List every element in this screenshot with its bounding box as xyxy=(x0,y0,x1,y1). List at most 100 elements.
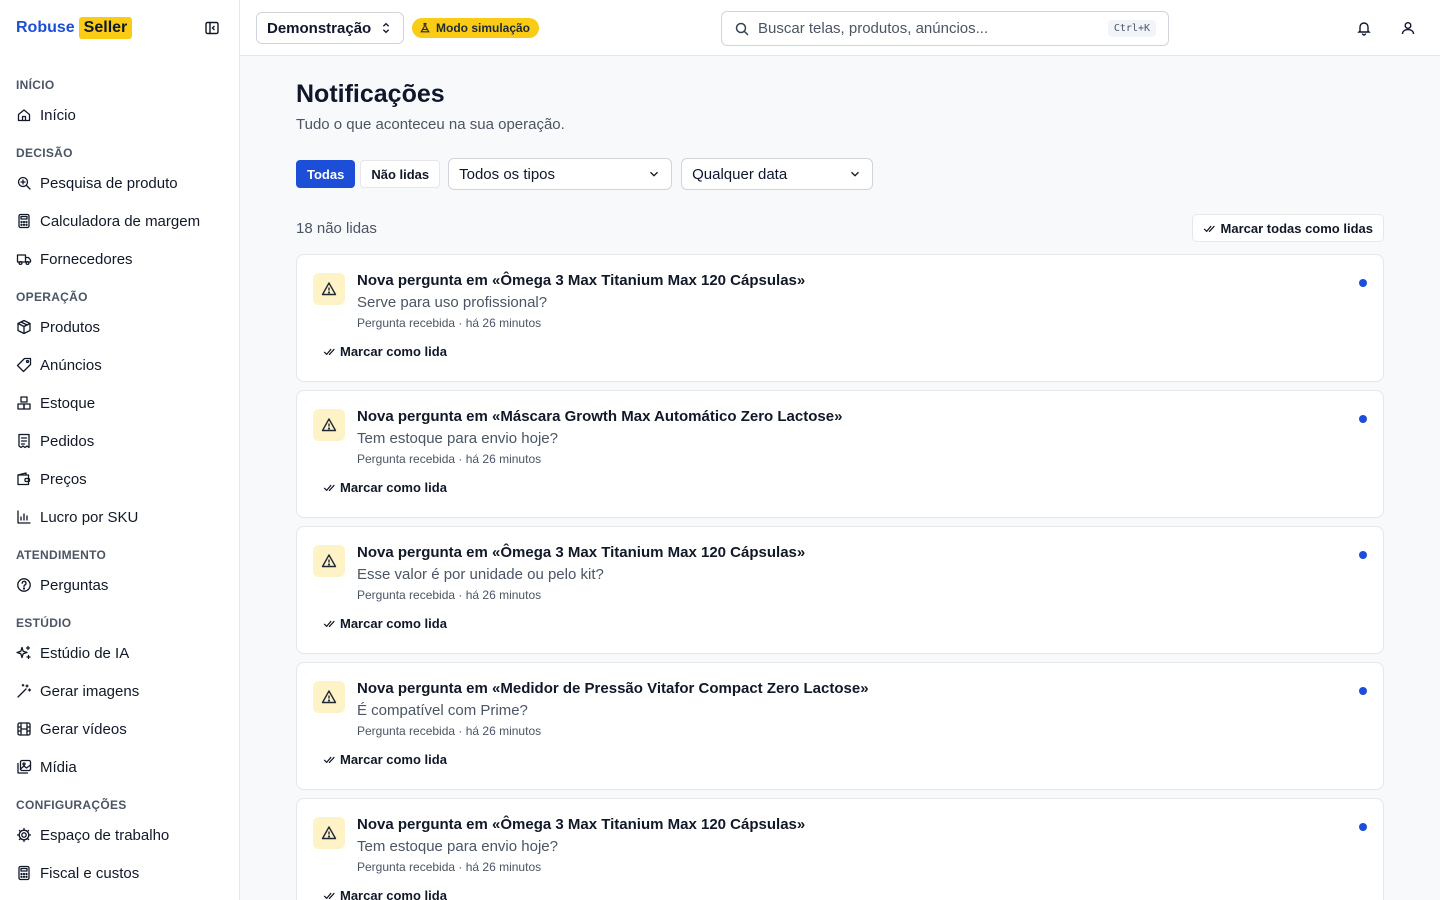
mark-as-read-label: Marcar como lida xyxy=(340,888,447,900)
mark-all-read-button[interactable]: Marcar todas como lidas xyxy=(1191,214,1384,242)
unread-indicator xyxy=(1359,823,1367,831)
mark-as-read-button[interactable]: Marcar como lida xyxy=(323,480,447,495)
notification-body: É compatível com Prime? xyxy=(357,702,528,719)
notification-card[interactable]: Nova pergunta em «Máscara Growth Max Aut… xyxy=(296,390,1384,518)
film-icon xyxy=(17,722,31,736)
search-shortcut-hint: Ctrl+K xyxy=(1107,20,1156,37)
topbar: Demonstração Modo simulação Ctrl+K xyxy=(240,0,1440,56)
mark-as-read-button[interactable]: Marcar como lida xyxy=(323,752,447,767)
workspace-select[interactable]: Demonstração xyxy=(256,12,405,44)
wallet-icon xyxy=(17,472,31,486)
sparkles-icon xyxy=(16,645,31,660)
sidebar-item-gerar-videos[interactable]: Gerar vídeos xyxy=(0,710,239,748)
bar-chart-icon xyxy=(17,510,31,524)
sidebar-item-perguntas[interactable]: Perguntas xyxy=(0,566,239,604)
sidebar-section-atendimento: ATENDIMENTO xyxy=(16,548,107,562)
notification-card[interactable]: Nova pergunta em «Ômega 3 Max Titanium M… xyxy=(296,254,1384,382)
sidebar-item-label: Calculadora de margem xyxy=(40,212,201,230)
logo[interactable]: Robuse Seller xyxy=(16,17,133,39)
brand-header: Robuse Seller xyxy=(0,0,239,56)
sidebar-item-anuncios[interactable]: Anúncios xyxy=(0,346,239,384)
sidebar-item-label: Pesquisa de produto xyxy=(40,174,178,192)
sidebar-item-fornecedores[interactable]: Fornecedores xyxy=(0,240,239,278)
double-check-icon xyxy=(323,756,335,764)
sidebar-item-label: Preços xyxy=(40,470,87,488)
page-subtitle: Tudo o que aconteceu na sua operação. xyxy=(296,116,565,133)
simulation-badge-label: Modo simulação xyxy=(436,21,531,35)
sidebar-item-label: Espaço de trabalho xyxy=(40,826,170,844)
chevron-down-icon xyxy=(851,171,860,177)
sidebar-item-lucro-por-sku[interactable]: Lucro por SKU xyxy=(0,498,239,536)
page-title: Notificações xyxy=(296,80,445,108)
unread-indicator xyxy=(1359,415,1367,423)
mark-as-read-label: Marcar como lida xyxy=(340,616,447,631)
mark-as-read-button[interactable]: Marcar como lida xyxy=(323,888,447,900)
notification-body: Serve para uso profissional? xyxy=(357,294,548,311)
date-select-value: Qualquer data xyxy=(692,165,788,183)
double-check-icon xyxy=(323,892,335,900)
sidebar-item-estoque[interactable]: Estoque xyxy=(0,384,239,422)
global-search[interactable]: Ctrl+K xyxy=(721,11,1169,46)
filter-unread-tab[interactable]: Não lidas xyxy=(360,160,441,188)
sidebar-item-precos[interactable]: Preços xyxy=(0,460,239,498)
sidebar-item-pesquisa-de-produto[interactable]: Pesquisa de produto xyxy=(0,164,239,202)
sidebar-item-pedidos[interactable]: Pedidos xyxy=(0,422,239,460)
warning-icon xyxy=(313,817,345,849)
sidebar-item-fiscal-e-custos[interactable]: Fiscal e custos xyxy=(0,854,239,892)
mark-all-read-label: Marcar todas como lidas xyxy=(1220,220,1373,236)
flask-icon xyxy=(420,22,430,33)
mark-as-read-button[interactable]: Marcar como lida xyxy=(323,344,447,359)
sidebar-nav: INÍCIO Início DECISÃO Pesquisa de produto Ca… xyxy=(0,56,239,892)
chevron-up-down-icon xyxy=(383,22,390,34)
sidebar-item-espaco-de-trabalho[interactable]: Espaço de trabalho xyxy=(0,816,239,854)
search-input[interactable] xyxy=(758,20,1108,37)
calculator-icon xyxy=(18,213,30,229)
sidebar-item-label: Produtos xyxy=(40,318,101,336)
bell-icon[interactable] xyxy=(1354,18,1374,38)
sidebar-item-label: Pedidos xyxy=(40,432,95,450)
images-icon xyxy=(17,759,32,774)
sidebar-item-produtos[interactable]: Produtos xyxy=(0,308,239,346)
notification-card[interactable]: Nova pergunta em «Ômega 3 Max Titanium M… xyxy=(296,526,1384,654)
tag-icon xyxy=(16,357,32,373)
sidebar-item-gerar-imagens[interactable]: Gerar imagens xyxy=(0,672,239,710)
sidebar-item-calculadora-de-margem[interactable]: Calculadora de margem xyxy=(0,202,239,240)
sidebar-toggle-icon[interactable] xyxy=(201,17,223,39)
date-select[interactable]: Qualquer data xyxy=(681,158,874,190)
notification-body: Tem estoque para envio hoje? xyxy=(357,430,558,447)
home-icon xyxy=(17,109,31,122)
mark-as-read-label: Marcar como lida xyxy=(340,480,447,495)
filter-all-tab[interactable]: Todas xyxy=(296,160,356,188)
notification-meta: Pergunta recebida · há 26 minutos xyxy=(357,724,542,738)
notification-meta: Pergunta recebida · há 26 minutos xyxy=(357,452,542,466)
package-icon xyxy=(17,319,31,335)
sidebar-item-midia[interactable]: Mídia xyxy=(0,748,239,786)
simulation-badge: Modo simulação xyxy=(412,18,540,38)
sidebar-item-inicio[interactable]: Início xyxy=(0,96,239,134)
sidebar-section-estudio: ESTÚDIO xyxy=(16,616,72,630)
receipt-icon xyxy=(18,433,30,449)
sidebar-item-label: Mídia xyxy=(40,758,77,776)
boxes-icon xyxy=(17,396,31,410)
notification-card[interactable]: Nova pergunta em «Medidor de Pressão Vit… xyxy=(296,662,1384,790)
filter-bar: Todas Não lidas Todos os tipos Qualquer … xyxy=(296,158,879,190)
notification-title: Nova pergunta em «Ômega 3 Max Titanium M… xyxy=(357,816,806,833)
help-circle-icon xyxy=(17,578,31,592)
gear-icon xyxy=(16,827,32,843)
type-select-value: Todos os tipos xyxy=(459,165,556,183)
warning-icon xyxy=(313,273,345,305)
unread-indicator xyxy=(1359,551,1367,559)
logo-badge: Seller xyxy=(78,17,133,39)
logo-text: Robuse xyxy=(16,19,75,36)
notification-card[interactable]: Nova pergunta em «Ômega 3 Max Titanium M… xyxy=(296,798,1384,900)
type-select[interactable]: Todos os tipos xyxy=(448,158,673,190)
chevron-down-icon xyxy=(650,171,659,177)
user-icon[interactable] xyxy=(1398,18,1418,38)
sidebar-section-configuracoes: CONFIGURAÇÕES xyxy=(16,798,127,812)
search-icon xyxy=(735,22,749,36)
double-check-icon xyxy=(1203,225,1215,232)
mark-as-read-button[interactable]: Marcar como lida xyxy=(323,616,447,631)
sidebar-section-decisao: DECISÃO xyxy=(16,146,73,160)
sidebar-item-estudio-de-ia[interactable]: Estúdio de IA xyxy=(0,634,239,672)
unread-count: 18 não lidas xyxy=(296,220,377,237)
